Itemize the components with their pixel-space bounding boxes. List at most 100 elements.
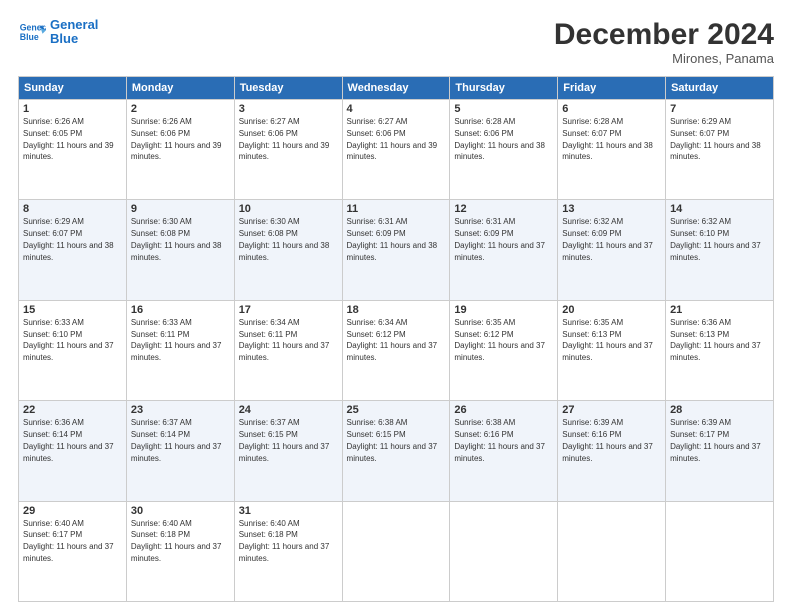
day-number: 25 — [347, 404, 446, 416]
cell-info: Sunrise: 6:35 AMSunset: 6:12 PMDaylight:… — [454, 318, 545, 362]
location: Mirones, Panama — [554, 51, 774, 66]
calendar-cell: 21Sunrise: 6:36 AMSunset: 6:13 PMDayligh… — [666, 300, 774, 400]
day-number: 2 — [131, 103, 230, 115]
calendar-cell: 31 Sunrise: 6:40 AMSunset: 6:18 PMDayligh… — [234, 501, 342, 601]
weekday-header-row: SundayMondayTuesdayWednesdayThursdayFrid… — [19, 77, 774, 100]
day-number: 4 — [347, 103, 446, 115]
day-number: 30 — [131, 505, 230, 517]
cell-info: Sunrise: 6:27 AMSunset: 6:06 PMDaylight:… — [347, 117, 438, 161]
calendar-cell: 6 Sunrise: 6:28 AMSunset: 6:07 PMDaylight… — [558, 100, 666, 200]
header: General Blue General Blue December 2024 … — [18, 18, 774, 66]
day-number: 9 — [131, 203, 230, 215]
cell-info: Sunrise: 6:38 AMSunset: 6:15 PMDaylight:… — [347, 418, 438, 462]
calendar-cell: 25 Sunrise: 6:38 AMSunset: 6:15 PMDayligh… — [342, 401, 450, 501]
cell-info: Sunrise: 6:31 AMSunset: 6:09 PMDaylight:… — [454, 217, 545, 261]
day-number: 13 — [562, 203, 661, 215]
calendar-cell: 10 Sunrise: 6:30 AMSunset: 6:08 PMDayligh… — [234, 200, 342, 300]
calendar-cell: 16 Sunrise: 6:33 AMSunset: 6:11 PMDayligh… — [126, 300, 234, 400]
cell-info: Sunrise: 6:37 AMSunset: 6:15 PMDaylight:… — [239, 418, 330, 462]
weekday-header-thursday: Thursday — [450, 77, 558, 100]
calendar-cell: 17 Sunrise: 6:34 AMSunset: 6:11 PMDayligh… — [234, 300, 342, 400]
calendar-week-row: 8Sunrise: 6:29 AMSunset: 6:07 PMDaylight… — [19, 200, 774, 300]
calendar-table: SundayMondayTuesdayWednesdayThursdayFrid… — [18, 76, 774, 602]
calendar-cell: 3 Sunrise: 6:27 AMSunset: 6:06 PMDaylight… — [234, 100, 342, 200]
title-block: December 2024 Mirones, Panama — [554, 18, 774, 66]
weekday-header-saturday: Saturday — [666, 77, 774, 100]
cell-info: Sunrise: 6:28 AMSunset: 6:07 PMDaylight:… — [562, 117, 653, 161]
cell-info: Sunrise: 6:40 AMSunset: 6:18 PMDaylight:… — [131, 519, 222, 563]
day-number: 12 — [454, 203, 553, 215]
calendar-cell: 22Sunrise: 6:36 AMSunset: 6:14 PMDayligh… — [19, 401, 127, 501]
cell-info: Sunrise: 6:27 AMSunset: 6:06 PMDaylight:… — [239, 117, 330, 161]
calendar-cell: 7 Sunrise: 6:29 AMSunset: 6:07 PMDaylight… — [666, 100, 774, 200]
calendar-cell: 13 Sunrise: 6:32 AMSunset: 6:09 PMDayligh… — [558, 200, 666, 300]
cell-info: Sunrise: 6:30 AMSunset: 6:08 PMDaylight:… — [239, 217, 330, 261]
calendar-cell: 26Sunrise: 6:38 AMSunset: 6:16 PMDayligh… — [450, 401, 558, 501]
calendar-week-row: 29Sunrise: 6:40 AMSunset: 6:17 PMDayligh… — [19, 501, 774, 601]
cell-info: Sunrise: 6:26 AMSunset: 6:05 PMDaylight:… — [23, 117, 114, 161]
weekday-header-sunday: Sunday — [19, 77, 127, 100]
calendar-cell — [342, 501, 450, 601]
weekday-header-friday: Friday — [558, 77, 666, 100]
calendar-week-row: 15 Sunrise: 6:33 AMSunset: 6:10 PMDayligh… — [19, 300, 774, 400]
cell-info: Sunrise: 6:35 AMSunset: 6:13 PMDaylight:… — [562, 318, 653, 362]
cell-info: Sunrise: 6:34 AMSunset: 6:11 PMDaylight:… — [239, 318, 330, 362]
calendar-cell — [666, 501, 774, 601]
cell-info: Sunrise: 6:39 AMSunset: 6:17 PMDaylight:… — [670, 418, 761, 462]
day-number: 23 — [131, 404, 230, 416]
day-number: 31 — [239, 505, 338, 517]
calendar-cell — [558, 501, 666, 601]
weekday-header-wednesday: Wednesday — [342, 77, 450, 100]
day-number: 26 — [454, 404, 553, 416]
day-number: 14 — [670, 203, 769, 215]
day-number: 28 — [670, 404, 769, 416]
day-number: 20 — [562, 304, 661, 316]
calendar-cell: 24 Sunrise: 6:37 AMSunset: 6:15 PMDayligh… — [234, 401, 342, 501]
calendar-cell: 14 Sunrise: 6:32 AMSunset: 6:10 PMDayligh… — [666, 200, 774, 300]
day-number: 27 — [562, 404, 661, 416]
logo-icon: General Blue — [18, 18, 46, 46]
day-number: 22 — [23, 404, 122, 416]
cell-info: Sunrise: 6:30 AMSunset: 6:08 PMDaylight:… — [131, 217, 222, 261]
day-number: 7 — [670, 103, 769, 115]
calendar-page: General Blue General Blue December 2024 … — [0, 0, 792, 612]
calendar-cell: 20 Sunrise: 6:35 AMSunset: 6:13 PMDayligh… — [558, 300, 666, 400]
cell-info: Sunrise: 6:26 AMSunset: 6:06 PMDaylight:… — [131, 117, 222, 161]
day-number: 15 — [23, 304, 122, 316]
calendar-week-row: 1Sunrise: 6:26 AMSunset: 6:05 PMDaylight… — [19, 100, 774, 200]
calendar-cell: 27Sunrise: 6:39 AMSunset: 6:16 PMDayligh… — [558, 401, 666, 501]
calendar-week-row: 22Sunrise: 6:36 AMSunset: 6:14 PMDayligh… — [19, 401, 774, 501]
calendar-cell: 15 Sunrise: 6:33 AMSunset: 6:10 PMDayligh… — [19, 300, 127, 400]
day-number: 10 — [239, 203, 338, 215]
svg-text:Blue: Blue — [20, 32, 39, 42]
day-number: 18 — [347, 304, 446, 316]
calendar-cell: 1Sunrise: 6:26 AMSunset: 6:05 PMDaylight… — [19, 100, 127, 200]
calendar-cell: 19Sunrise: 6:35 AMSunset: 6:12 PMDayligh… — [450, 300, 558, 400]
logo-text-blue: Blue — [50, 32, 98, 46]
day-number: 17 — [239, 304, 338, 316]
logo-text-general: General — [50, 18, 98, 32]
calendar-cell: 9 Sunrise: 6:30 AMSunset: 6:08 PMDaylight… — [126, 200, 234, 300]
cell-info: Sunrise: 6:29 AMSunset: 6:07 PMDaylight:… — [670, 117, 761, 161]
day-number: 24 — [239, 404, 338, 416]
cell-info: Sunrise: 6:33 AMSunset: 6:10 PMDaylight:… — [23, 318, 114, 362]
calendar-cell: 29Sunrise: 6:40 AMSunset: 6:17 PMDayligh… — [19, 501, 127, 601]
day-number: 21 — [670, 304, 769, 316]
cell-info: Sunrise: 6:32 AMSunset: 6:10 PMDaylight:… — [670, 217, 761, 261]
weekday-header-tuesday: Tuesday — [234, 77, 342, 100]
weekday-header-monday: Monday — [126, 77, 234, 100]
day-number: 3 — [239, 103, 338, 115]
cell-info: Sunrise: 6:33 AMSunset: 6:11 PMDaylight:… — [131, 318, 222, 362]
cell-info: Sunrise: 6:32 AMSunset: 6:09 PMDaylight:… — [562, 217, 653, 261]
calendar-cell: 4 Sunrise: 6:27 AMSunset: 6:06 PMDaylight… — [342, 100, 450, 200]
calendar-cell: 8Sunrise: 6:29 AMSunset: 6:07 PMDaylight… — [19, 200, 127, 300]
cell-info: Sunrise: 6:40 AMSunset: 6:17 PMDaylight:… — [23, 519, 114, 563]
logo: General Blue General Blue — [18, 18, 98, 47]
day-number: 6 — [562, 103, 661, 115]
day-number: 16 — [131, 304, 230, 316]
cell-info: Sunrise: 6:40 AMSunset: 6:18 PMDaylight:… — [239, 519, 330, 563]
calendar-cell: 2 Sunrise: 6:26 AMSunset: 6:06 PMDaylight… — [126, 100, 234, 200]
calendar-cell: 18Sunrise: 6:34 AMSunset: 6:12 PMDayligh… — [342, 300, 450, 400]
calendar-cell: 28 Sunrise: 6:39 AMSunset: 6:17 PMDayligh… — [666, 401, 774, 501]
day-number: 8 — [23, 203, 122, 215]
